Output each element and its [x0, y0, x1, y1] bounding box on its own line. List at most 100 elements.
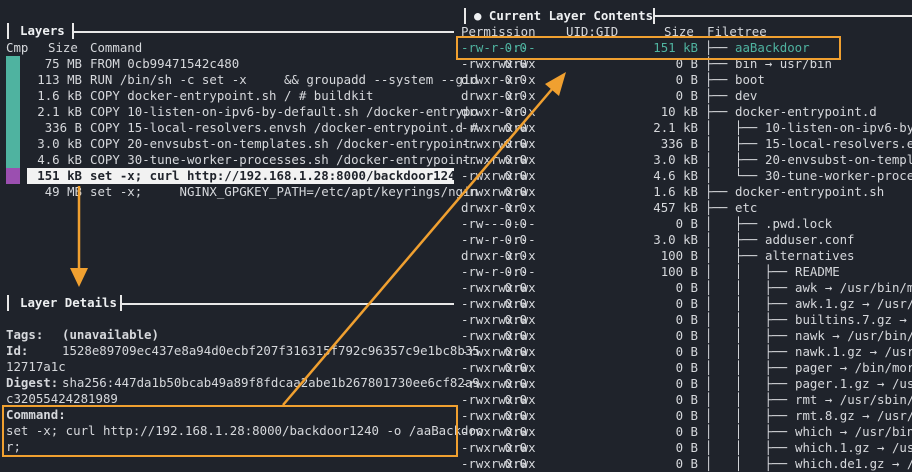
backdoor-highlight-box	[456, 36, 841, 60]
file-name: which.1.gz → /usr	[795, 440, 912, 455]
tree-branch: │ ├──	[705, 136, 765, 151]
column-header-command: Command	[90, 40, 143, 55]
file-row[interactable]: -rwxrwxrwx 0:0 2.1 kB │ ├── 10-listen-on-ip…	[461, 120, 912, 136]
file-row[interactable]: -rwxrwxrwx 0:0 336 B │ ├── 15-local-resolve…	[461, 136, 912, 152]
tree-branch: ├──	[705, 88, 735, 103]
layer-size: 113 MB	[37, 72, 82, 87]
file-name: 15-local-resolvers.en	[765, 136, 912, 151]
layer-details-title: Layer Details	[20, 295, 117, 310]
file-row[interactable]: -rwxrwxrwx 0:0 0 B │ │ ├── rmt.8.gz → /usr/…	[461, 408, 912, 424]
file-row[interactable]: drwxr-xr-x 0:0 0 B ├── boot	[461, 72, 912, 88]
file-size: 100 B	[660, 248, 698, 263]
file-row[interactable]: -rwxrwxrwx 0:0 0 B │ │ ├── awk.1.gz → /usr/…	[461, 296, 912, 312]
file-size: 0 B	[675, 216, 698, 231]
layer-cmp-indicator	[6, 56, 20, 72]
file-size: 0 B	[675, 424, 698, 439]
file-name: pager.1.gz → /usr	[795, 376, 912, 391]
column-header-cmp: Cmp	[6, 40, 29, 55]
layer-row[interactable]: 1.6 kB COPY docker-entrypoint.sh / # buil…	[27, 88, 454, 104]
file-size: 4.6 kB	[653, 168, 698, 183]
layer-row[interactable]: 49 MB set -x; NGINX_GPGKEY_PATH=/etc/apt/…	[27, 184, 478, 200]
file-size: 3.0 kB	[653, 152, 698, 167]
layer-command: FROM 0cb99471542c480	[90, 56, 240, 71]
file-name: awk.1.gz → /usr/s	[795, 296, 912, 311]
panel-divider	[74, 31, 454, 33]
file-size: 0 B	[675, 328, 698, 343]
layer-row-selected[interactable]: 151 kB set -x; curl http://192.168.1.28:8…	[27, 168, 478, 184]
file-row[interactable]: -rwxrwxrwx 0:0 0 B │ │ ├── awk → /usr/bin/m…	[461, 280, 912, 296]
layer-row[interactable]: 75 MB FROM 0cb99471542c480	[27, 56, 454, 72]
file-name: .pwd.lock	[765, 216, 833, 231]
file-row[interactable]: -rwxrwxrwx 0:0 1.6 kB ├── docker-entrypoint…	[461, 184, 912, 200]
file-row[interactable]: -rwxrwxrwx 0:0 0 B │ │ ├── pager → /bin/mor…	[461, 360, 912, 376]
file-name: alternatives	[765, 248, 855, 263]
file-row[interactable]: -rwxrwxrwx 0:0 0 B │ │ ├── which → /usr/bin…	[461, 424, 912, 440]
file-row[interactable]: drwxr-xr-x 0:0 0 B ├── dev	[461, 88, 912, 104]
file-row[interactable]: -rw-r--r-- 0:0 3.0 kB │ ├── adduser.conf	[461, 232, 912, 248]
file-uidgid: 0:0	[504, 424, 527, 439]
file-uidgid: 0:0	[504, 216, 527, 231]
file-row[interactable]: -rwxrwxrwx 0:0 0 B │ │ ├── which.de1.gz → /…	[461, 456, 912, 472]
file-name: nawk → /usr/bin/m	[795, 328, 912, 343]
file-name: boot	[735, 72, 765, 87]
file-size: 0 B	[675, 72, 698, 87]
file-row[interactable]: -rwxrwxrwx 0:0 4.6 kB │ └── 30-tune-worker-…	[461, 168, 912, 184]
file-row[interactable]: -rwxrwxrwx 0:0 0 B │ │ ├── which.1.gz → /us…	[461, 440, 912, 456]
tags-label: Tags:	[6, 327, 44, 342]
tree-branch: │ ├──	[705, 216, 765, 231]
file-size: 336 B	[660, 136, 698, 151]
tree-branch: │ ├──	[705, 232, 765, 247]
tree-branch: │ │ ├──	[705, 264, 795, 279]
layer-size: 49 MB	[44, 184, 82, 199]
file-row[interactable]: -rwxrwxrwx 0:0 0 B │ │ ├── rmt → /usr/sbin/…	[461, 392, 912, 408]
file-size: 0 B	[675, 88, 698, 103]
file-row[interactable]: drwxr-xr-x 0:0 100 B │ ├── alternatives	[461, 248, 912, 264]
file-row[interactable]: -rwxrwxrwx 0:0 0 B │ │ ├── pager.1.gz → /us…	[461, 376, 912, 392]
file-name: docker-entrypoint.d	[735, 104, 877, 119]
tree-branch: │ │ ├──	[705, 360, 795, 375]
panel-divider	[655, 15, 912, 17]
digest-value: sha256:447da1b50bcab49a89f8fdcaa2abe1b26…	[62, 375, 480, 390]
file-uidgid: 0:0	[504, 328, 527, 343]
layer-cmp-indicator	[6, 168, 20, 184]
layer-row[interactable]: 113 MB RUN /bin/sh -c set -x && groupadd …	[27, 72, 478, 88]
file-uidgid: 0:0	[504, 312, 527, 327]
file-uidgid: 0:0	[504, 376, 527, 391]
layer-row[interactable]: 336 B COPY 15-local-resolvers.envsh /dock…	[27, 120, 478, 136]
layer-size: 151 kB	[37, 168, 82, 183]
tree-branch: │ ├──	[705, 248, 765, 263]
layer-row[interactable]: 2.1 kB COPY 10-listen-on-ipv6-by-default.…	[27, 104, 478, 120]
file-row[interactable]: -rwxrwxrwx 0:0 0 B │ │ ├── nawk → /usr/bin/…	[461, 328, 912, 344]
layers-panel-title: Layers	[20, 23, 65, 38]
file-name: which → /usr/bin/	[795, 424, 912, 439]
file-row[interactable]: -rwxrwxrwx 0:0 0 B │ │ ├── nawk.1.gz → /usr…	[461, 344, 912, 360]
file-row[interactable]: -rw------- 0:0 0 B │ ├── .pwd.lock	[461, 216, 912, 232]
command-highlight-box	[2, 405, 458, 457]
file-size: 2.1 kB	[653, 120, 698, 135]
panel-border	[464, 8, 466, 24]
layer-row[interactable]: 3.0 kB COPY 20-envsubst-on-templates.sh /…	[27, 136, 478, 152]
file-uidgid: 0:0	[504, 88, 527, 103]
file-row[interactable]: -rwxrwxrwx 0:0 3.0 kB │ ├── 20-envsubst-on-…	[461, 152, 912, 168]
panel-border	[7, 295, 9, 311]
file-name: 10-listen-on-ipv6-by-	[765, 120, 912, 135]
file-row[interactable]: drwxr-xr-x 0:0 10 kB ├── docker-entrypoint.…	[461, 104, 912, 120]
layer-cmp-indicator	[6, 104, 20, 120]
file-size: 0 B	[675, 392, 698, 407]
layer-row[interactable]: 4.6 kB COPY 30-tune-worker-processes.sh /…	[27, 152, 478, 168]
tree-branch: ├──	[705, 184, 735, 199]
file-row[interactable]: -rw-r--r-- 0:0 100 B │ │ ├── README	[461, 264, 912, 280]
file-row[interactable]: -rwxrwxrwx 0:0 0 B │ │ ├── builtins.7.gz → …	[461, 312, 912, 328]
file-size: 0 B	[675, 312, 698, 327]
file-size: 100 B	[660, 264, 698, 279]
layer-command: COPY 20-envsubst-on-templates.sh /docker…	[90, 136, 478, 151]
layer-size: 75 MB	[44, 56, 82, 71]
file-name: builtins.7.gz → /	[795, 312, 912, 327]
file-row[interactable]: drwxr-xr-x 0:0 457 kB ├── etc	[461, 200, 912, 216]
layer-command: set -x; curl http://192.168.1.28:8000/ba…	[90, 168, 478, 183]
file-size: 0 B	[675, 344, 698, 359]
id-value-cont: 12717a1c	[6, 359, 66, 374]
tree-branch: │ │ ├──	[705, 424, 795, 439]
layer-cmp-indicator	[6, 88, 20, 104]
tree-branch: ├──	[705, 200, 735, 215]
